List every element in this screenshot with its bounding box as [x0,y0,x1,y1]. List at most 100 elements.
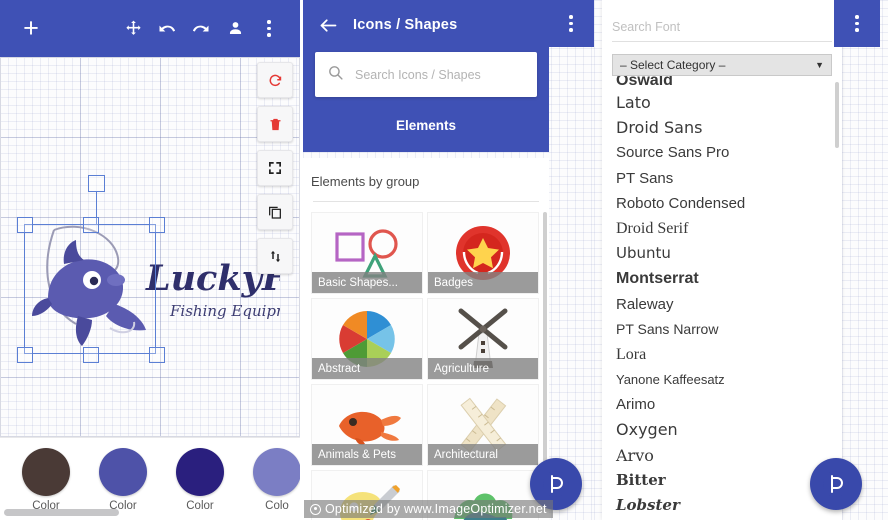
dots-glyph [569,15,573,32]
elements-list: Elements by group Basic Shapes... Badges… [303,158,549,520]
color-swatch-item[interactable]: Color [99,448,147,512]
back-arrow-icon[interactable] [313,10,343,40]
element-tile-caption: Badges [428,272,538,293]
element-tile-architectural[interactable]: Architectural [427,384,539,466]
font-category-select[interactable]: – Select Category – ▼ [612,54,832,76]
font-list-item[interactable]: Bitter [602,468,842,493]
watermark: Optimized by www.ImageOptimizer.net [304,500,553,518]
arrange-button[interactable] [257,238,293,274]
element-tile-badges[interactable]: Badges [427,212,539,294]
handle-top-left[interactable] [17,217,33,233]
font-list-item[interactable]: PT Sans Narrow [602,317,842,342]
color-scrollbar[interactable] [0,509,300,516]
color-swatch[interactable] [176,448,224,496]
element-tile-caption: Animals & Pets [312,444,422,465]
font-list-item[interactable]: Raleway [602,292,842,317]
duplicate-button[interactable] [257,194,293,230]
font-list-scrollbar[interactable] [835,82,839,148]
fonts-panel: – Select Category – ▼ OswaldLatoDroid Sa… [594,0,888,520]
brand-logo-icon [823,471,849,497]
rotate-handle[interactable] [88,175,105,192]
icons-shapes-panel: Icons / Shapes Elements Elements by grou… [300,0,594,520]
element-tile-caption: Basic Shapes... [312,272,422,293]
tab-elements[interactable]: Elements [396,118,456,140]
panel-title: Icons / Shapes [353,17,458,33]
handle-top-right[interactable] [149,217,165,233]
color-scrollbar-thumb[interactable] [4,509,119,516]
chevron-down-icon: ▼ [815,60,824,70]
color-swatch[interactable] [253,448,300,496]
handle-bottom-center[interactable] [83,347,99,363]
font-list-item[interactable]: Ubuntu [602,241,842,266]
selection-box[interactable] [17,175,165,363]
color-swatch-item[interactable]: Color [176,448,224,512]
font-list-item[interactable]: Droid Sans [602,115,842,140]
delete-button[interactable] [257,106,293,142]
font-category-value: – Select Category – [620,58,726,72]
font-list-item[interactable]: Droid Serif [602,216,842,241]
logo-object[interactable]: LuckyFish Fishing Equipment [17,175,280,367]
element-tile-abstract[interactable]: Abstract [311,298,423,380]
font-list[interactable]: Oswald Lato Droid Sans Source Sans Pro PT Sa… [602,76,842,520]
account-icon[interactable] [218,12,252,46]
overflow-menu-icon[interactable] [252,12,286,46]
icons-overflow-menu-icon[interactable] [548,0,594,47]
color-swatch[interactable] [99,448,147,496]
undo-icon[interactable] [150,12,184,46]
object-toolbar [257,62,293,274]
element-tile-agriculture[interactable]: Agriculture [427,298,539,380]
handle-top-center[interactable] [83,217,99,233]
handle-bottom-left[interactable] [17,347,33,363]
editor-panel: + Lucky Fishing Equip Color Color Color … [0,0,300,520]
move-icon[interactable] [116,12,150,46]
font-list-item[interactable]: Arimo [602,392,842,417]
element-tile-caption: Abstract [312,358,422,379]
resize-button[interactable] [257,150,293,186]
handle-bottom-right[interactable] [149,347,165,363]
color-swatch-item[interactable]: Color [22,448,70,512]
elements-scrollbar[interactable] [543,212,547,462]
font-list-item[interactable]: Arvo [602,443,842,468]
rotate-button[interactable] [257,62,293,98]
font-list-item[interactable]: Yanone Kaffeesatz [602,367,842,392]
font-search-input[interactable] [612,20,832,42]
font-list-item[interactable]: Lora [602,342,842,367]
font-list-item[interactable]: Roboto Condensed [602,191,842,216]
icons-search-input[interactable] [355,67,525,82]
color-row: Color Color Color Colo [0,438,300,512]
fonts-overflow-menu-icon[interactable] [834,0,880,47]
add-icon[interactable]: + [14,12,48,46]
element-tile-caption: Agriculture [428,358,538,379]
sheet-head: Icons / Shapes [303,0,549,50]
sheet-tabs: Elements [303,117,549,140]
color-palette-strip: Color Color Color Colo [0,437,300,520]
design-canvas[interactable]: LuckyFish Fishing Equipment [0,57,300,437]
brand-fab-button[interactable] [810,458,862,510]
dots-glyph [855,15,859,32]
font-list-item[interactable]: Source Sans Pro [602,140,842,165]
font-list-item[interactable]: Lobster [602,493,842,518]
icons-sheet-header: Icons / Shapes Elements [303,0,549,152]
element-tile-caption: Architectural [428,444,538,465]
watermark-text: Optimized by www.ImageOptimizer.net [325,502,547,516]
font-list-item[interactable]: Lato [602,90,842,115]
color-swatch[interactable] [22,448,70,496]
element-tile-animals-pets[interactable]: Animals & Pets [311,384,423,466]
brand-logo-icon [543,471,569,497]
app-root: + Lucky Fishing Equip Color Color Color … [0,0,891,520]
redo-icon[interactable] [184,12,218,46]
element-tile-basic-shapes[interactable]: Basic Shapes... [311,212,423,294]
font-list-item[interactable]: PT Sans [602,166,842,191]
font-list-item[interactable]: Montserrat [602,266,842,291]
font-search-field[interactable] [612,0,832,42]
fish-icon [339,411,401,445]
dots-glyph [267,20,271,37]
font-list-item[interactable]: Oxygen [602,417,842,442]
color-swatch-item[interactable]: Colo [253,448,300,512]
icons-search-field[interactable] [315,52,537,97]
editor-appbar: + [0,0,300,57]
elements-section-title: Elements by group [311,174,420,189]
elements-grid: Basic Shapes... Badges Abstract Agricult… [303,202,549,520]
svg-text:Fishing Equipment: Fishing Equipment [169,302,280,320]
font-list-item[interactable]: Oswald [602,76,842,90]
